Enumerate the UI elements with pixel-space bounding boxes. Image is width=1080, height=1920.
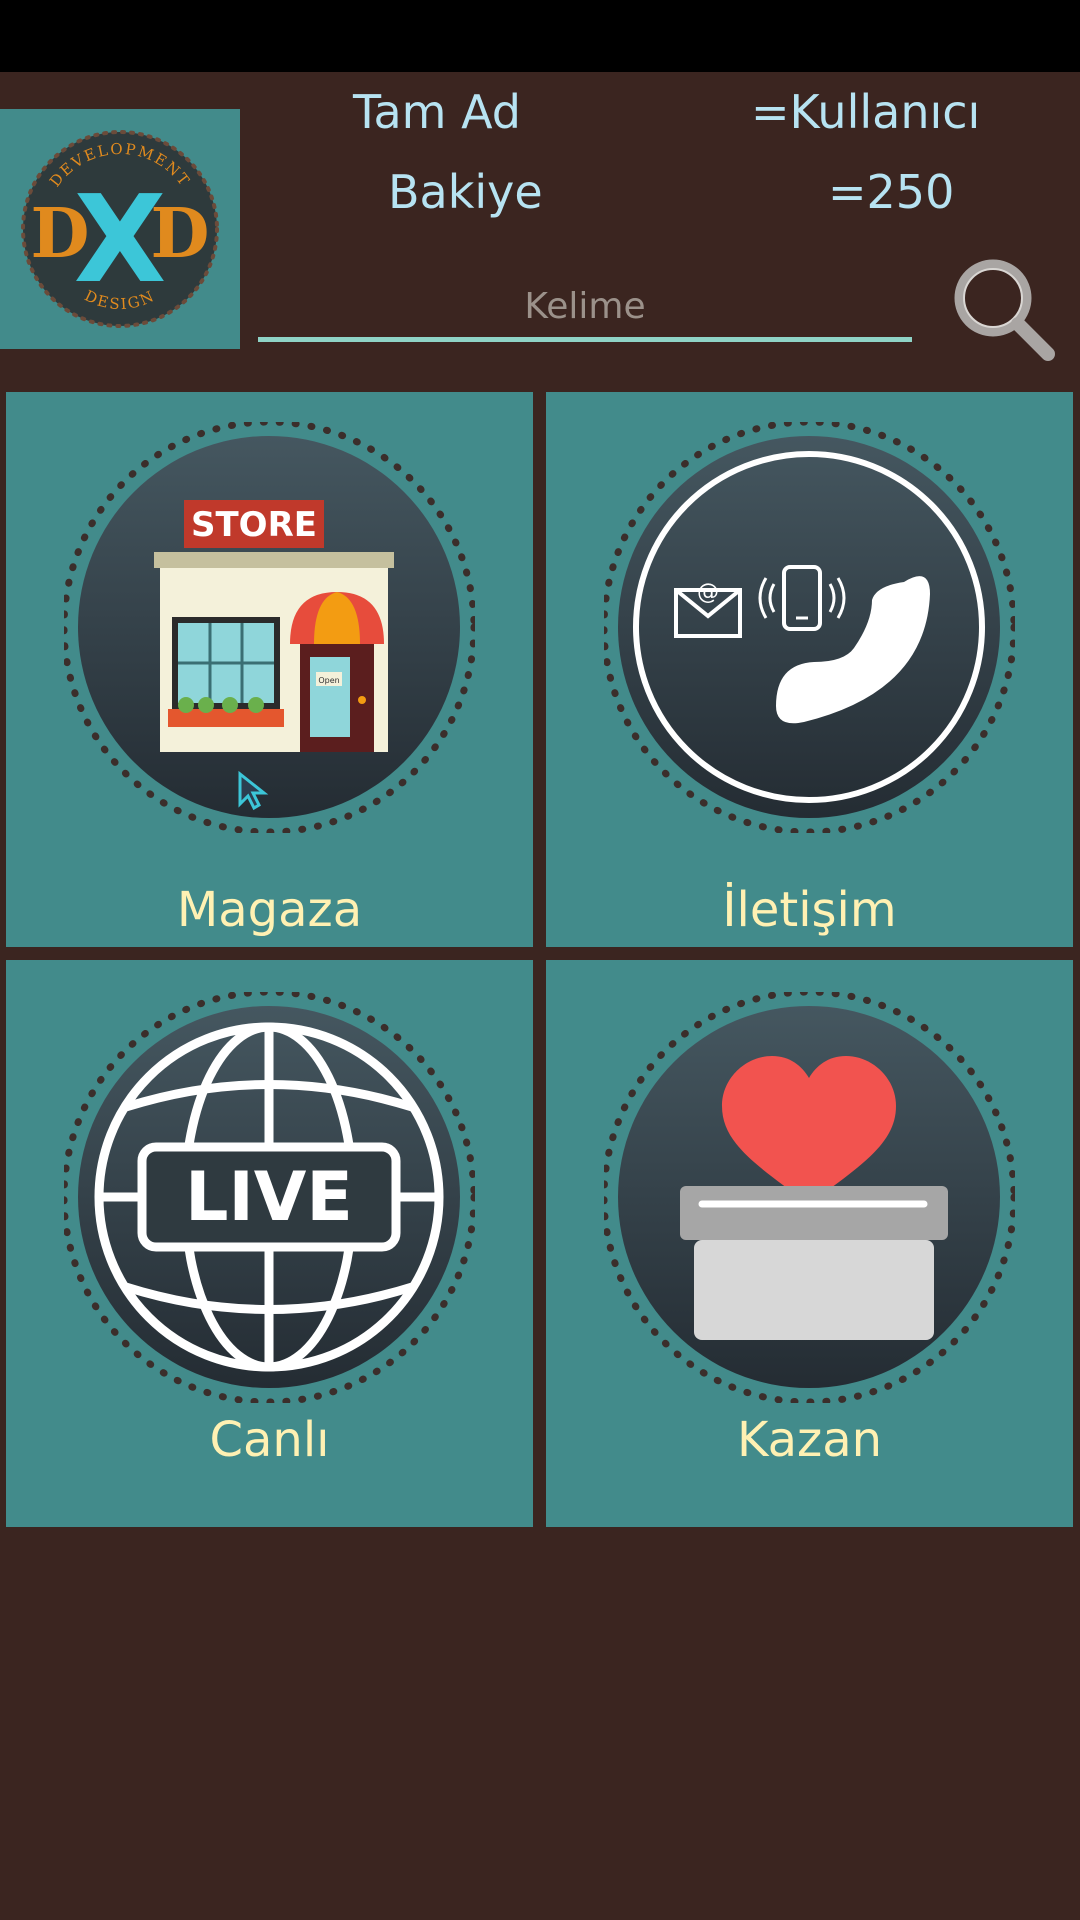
svg-text:X: X xyxy=(74,171,167,310)
live-globe-icon: LIVE xyxy=(64,992,475,1403)
app-logo: DEVELOPMENT DESIGN D D X xyxy=(0,109,240,349)
tile-contact[interactable]: @ İletişim xyxy=(546,392,1073,947)
svg-text:@: @ xyxy=(697,580,719,605)
tile-store-label: Magaza xyxy=(176,882,363,938)
balance-label: Bakiye xyxy=(388,165,543,219)
tile-store[interactable]: STORE Open Magaza xyxy=(6,392,533,947)
tile-contact-label: İletişim xyxy=(722,882,897,938)
status-bar xyxy=(0,0,1080,72)
tile-earn[interactable]: Kazan xyxy=(546,960,1073,1527)
search-icon xyxy=(954,259,1055,361)
tile-live[interactable]: LIVE Canlı xyxy=(6,960,533,1527)
tile-earn-label: Kazan xyxy=(736,1412,883,1468)
full-name-label: Tam Ad xyxy=(353,85,521,139)
svg-text:LIVE: LIVE xyxy=(185,1158,353,1237)
balance-value: =250 xyxy=(828,165,955,219)
search-input[interactable] xyxy=(258,276,912,342)
search-button[interactable] xyxy=(948,256,1060,368)
full-name-value: =Kullanıcı xyxy=(751,85,981,139)
svg-text:Open: Open xyxy=(318,676,339,685)
tile-live-label: Canlı xyxy=(209,1412,330,1468)
store-icon: STORE Open xyxy=(64,422,475,833)
donation-heart-icon xyxy=(604,992,1015,1403)
contact-icon: @ xyxy=(604,422,1015,833)
svg-text:STORE: STORE xyxy=(191,505,317,545)
